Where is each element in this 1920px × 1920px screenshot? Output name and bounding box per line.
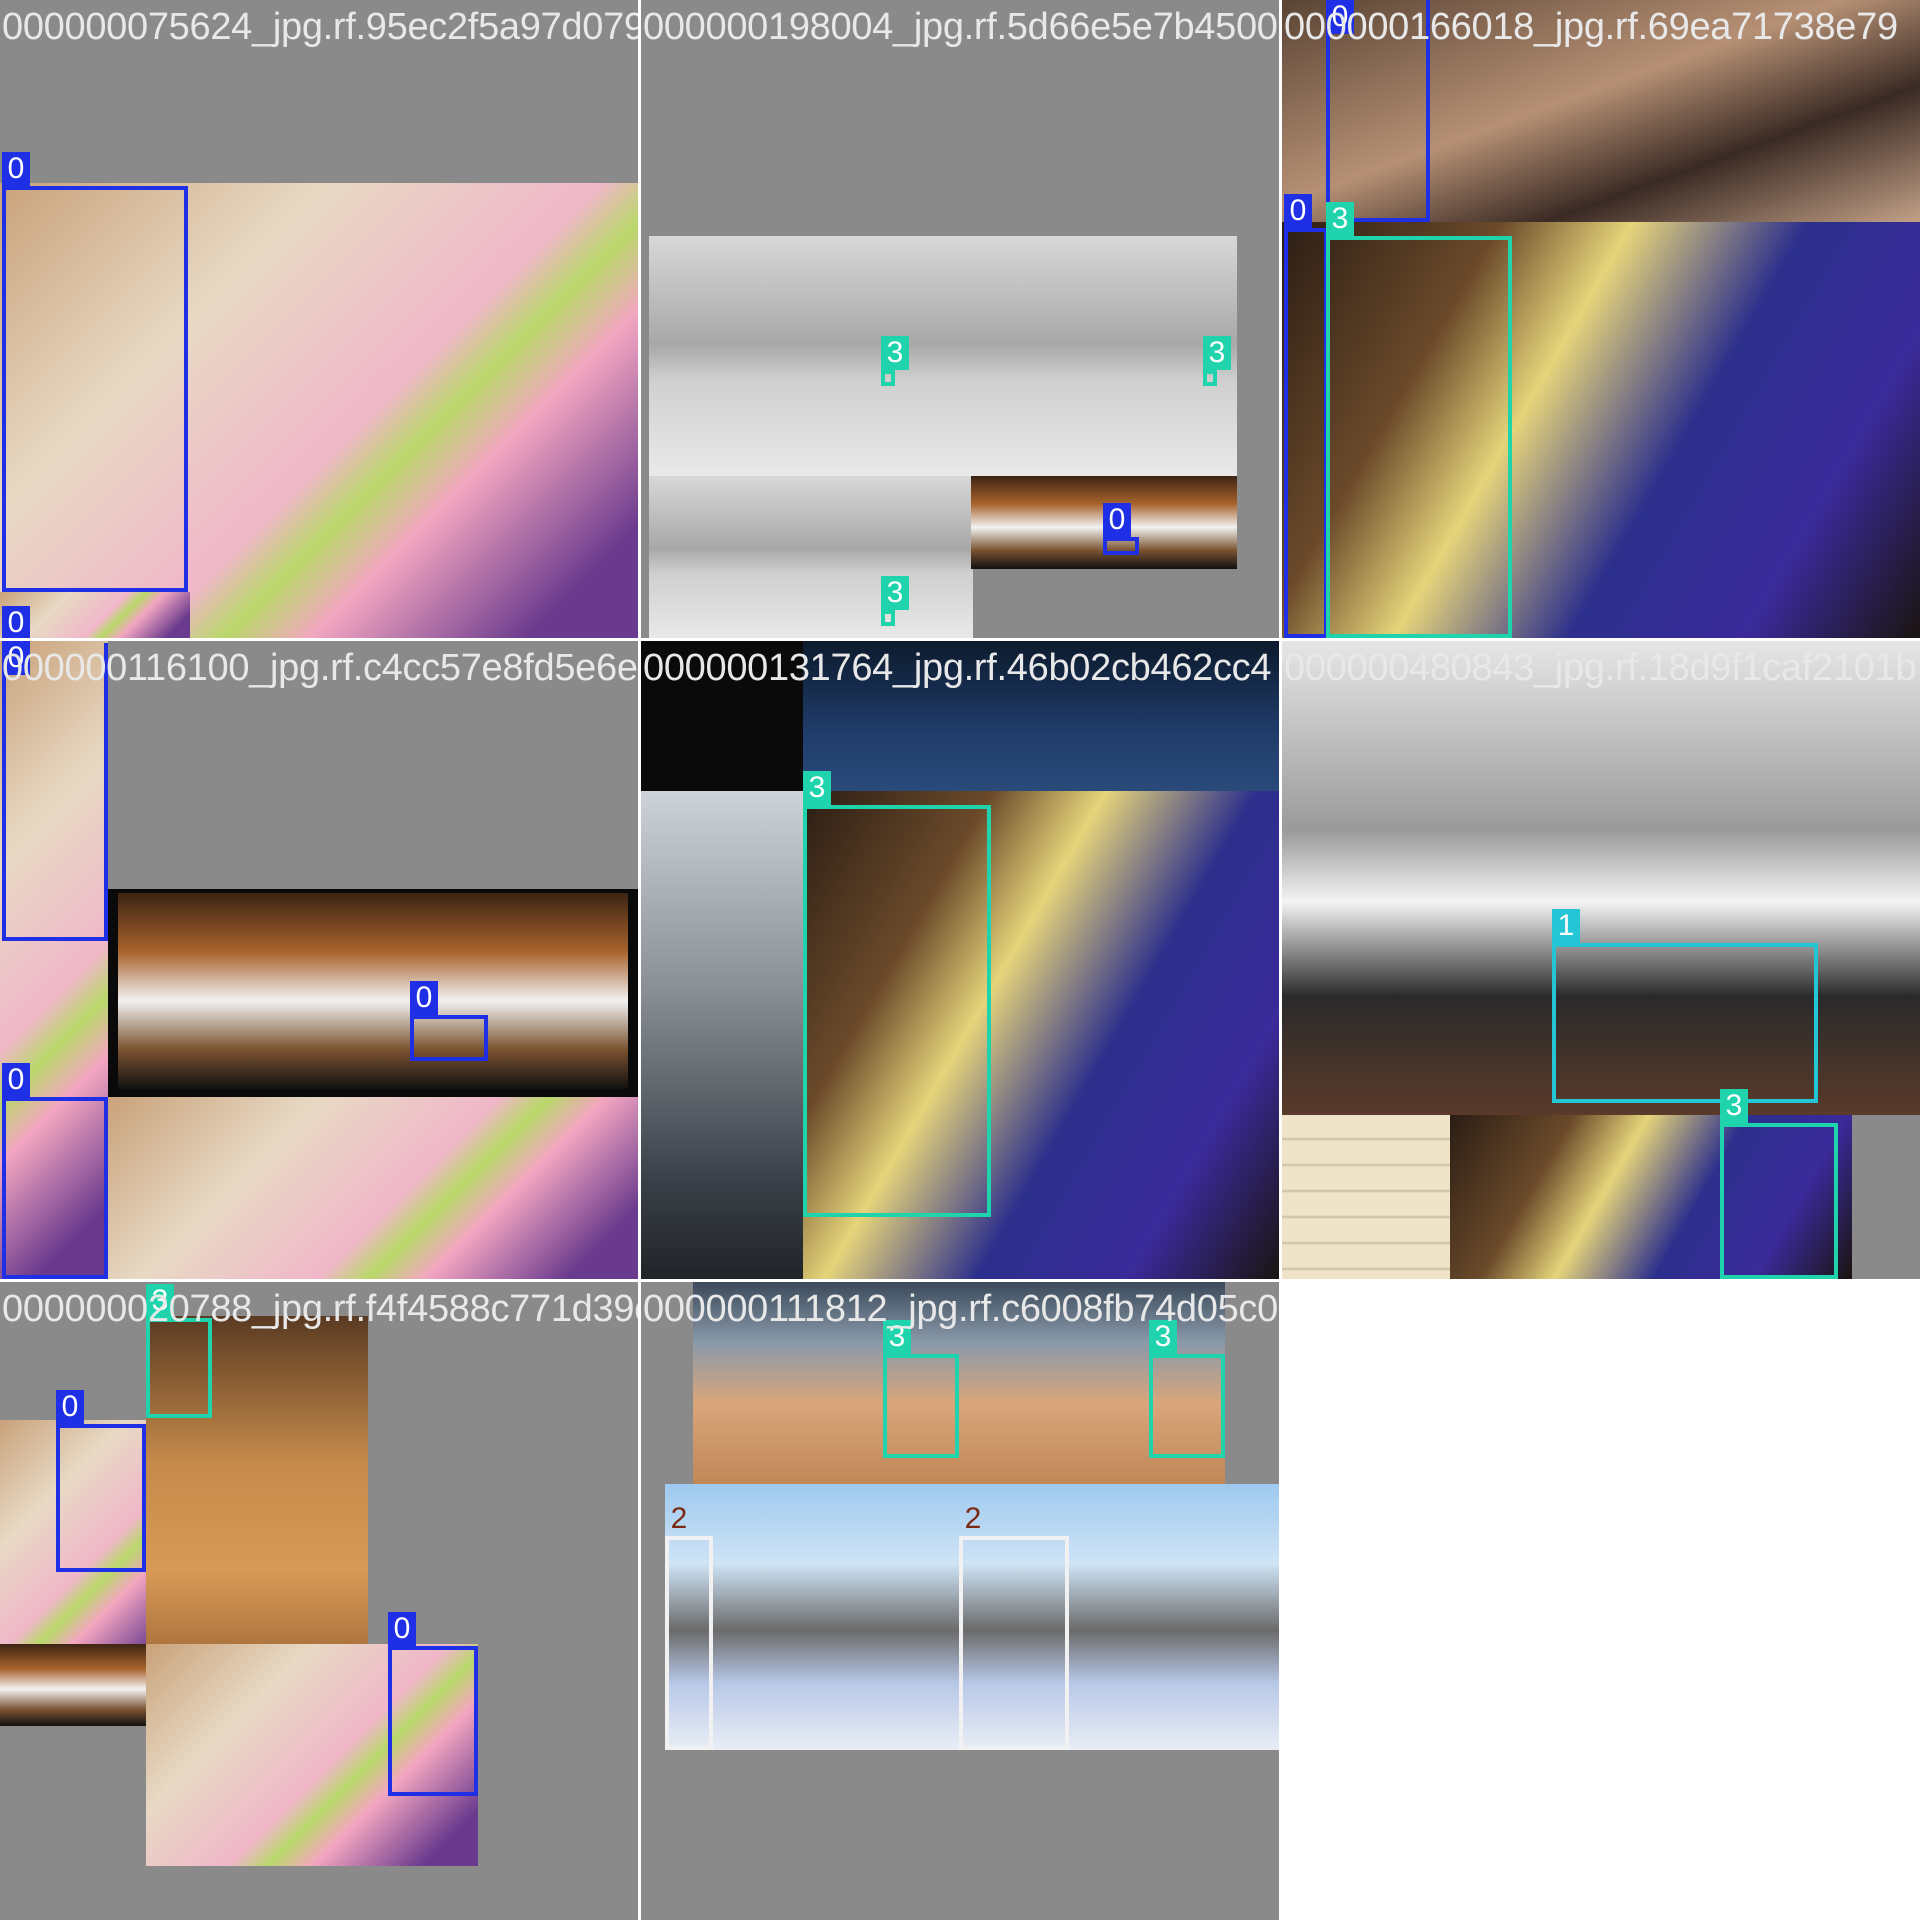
scene-photo xyxy=(1282,1115,1450,1279)
bbox-person: 2 xyxy=(665,1502,713,1750)
class-label: 3 xyxy=(881,576,909,610)
class-label: 3 xyxy=(1326,202,1354,236)
class-label: 0 xyxy=(410,981,438,1015)
bbox-potted-plant: 3 xyxy=(1720,1089,1838,1279)
image-filename: 000000480843_jpg.rf.18d9f1caf2101b xyxy=(1284,647,1917,689)
scene-photo xyxy=(0,1644,146,1726)
grid-divider xyxy=(638,0,640,1920)
class-label: 0 xyxy=(2,1063,30,1097)
class-label: 0 xyxy=(1284,194,1312,228)
image-filename: 000000075624_jpg.rf.95ec2f5a97d079aad xyxy=(2,6,638,48)
bbox-potted-plant: 3 xyxy=(1149,1320,1225,1458)
image-filename: 000000166018_jpg.rf.69ea71738e79 xyxy=(1284,6,1898,48)
bbox-chair: 0 xyxy=(410,981,488,1061)
grid-divider xyxy=(1279,0,1281,1920)
bbox-potted-plant: 3 xyxy=(1326,202,1512,638)
image-filename: 000000116100_jpg.rf.c4cc57e8fd5e6e7f6b9 xyxy=(2,647,638,689)
bbox-chair: 0 xyxy=(2,1063,108,1279)
mosaic-tile-2: 3 3 3 0 000000198004_jpg.rf.5d66e5e7b450… xyxy=(641,0,1279,638)
bbox-chair: 0 xyxy=(2,152,188,592)
class-label: 3 xyxy=(1720,1089,1748,1123)
class-label: 1 xyxy=(1552,909,1580,943)
mosaic-tile-8: 3 3 2 2 000000111812_jpg.rf.c6008fb74d05… xyxy=(641,1282,1279,1920)
empty-grid-cell xyxy=(1280,1280,1920,1920)
class-label: 3 xyxy=(1203,336,1231,370)
class-label: 2 xyxy=(964,1502,982,1535)
grid-divider xyxy=(0,1279,1280,1281)
bbox-person: 2 xyxy=(959,1502,1069,1750)
scene-photo xyxy=(641,791,803,1279)
bbox-potted-plant: 3 xyxy=(881,336,909,386)
bbox-chair: 0 xyxy=(388,1612,478,1796)
mosaic-tile-3: 0 0 3 000000166018_jpg.rf.69ea71738e79 xyxy=(1282,0,1920,638)
class-label: 0 xyxy=(2,606,30,638)
class-label: 0 xyxy=(388,1612,416,1646)
class-label: 0 xyxy=(2,152,30,186)
bbox-chair: 0 xyxy=(1284,194,1328,638)
grid-divider xyxy=(0,638,1920,640)
scene-photo xyxy=(649,236,973,476)
bbox-chair: 0 xyxy=(56,1390,146,1572)
scene-photo xyxy=(108,1097,638,1279)
bbox-chair: 0 xyxy=(1103,503,1139,555)
image-filename: 000000131764_jpg.rf.46b02cb462cc4 xyxy=(643,647,1272,689)
class-label: 0 xyxy=(1103,503,1131,537)
mosaic-tile-5: 3 000000131764_jpg.rf.46b02cb462cc4 xyxy=(641,641,1279,1279)
mosaic-tile-6: 1 3 000000480843_jpg.rf.18d9f1caf2101b xyxy=(1282,641,1920,1279)
scene-photo xyxy=(971,236,1237,476)
image-filename: 000000111812_jpg.rf.c6008fb74d05c0024373 xyxy=(643,1288,1279,1330)
class-label: 0 xyxy=(56,1390,84,1424)
bbox-potted-plant: 3 xyxy=(803,771,991,1217)
mosaic-tile-1: 0 0 000000075624_jpg.rf.95ec2f5a97d079aa… xyxy=(0,0,638,638)
image-filename: 000000020788_jpg.rf.f4f4588c771d39c xyxy=(2,1288,638,1330)
mosaic-tile-7: 3 0 0 000000020788_jpg.rf.f4f4588c771d39… xyxy=(0,1282,638,1920)
scene-photo xyxy=(118,893,628,1089)
scene-photo xyxy=(649,476,973,638)
bbox-potted-plant: 3 xyxy=(1203,336,1231,386)
mosaic-tile-4: 0 0 0 000000116100_jpg.rf.c4cc57e8fd5e6e… xyxy=(0,641,638,1279)
class-label: 2 xyxy=(670,1502,688,1535)
bbox-potted-plant: 3 xyxy=(881,576,909,626)
bbox-potted-plant: 3 xyxy=(146,1284,212,1418)
bbox-couch: 1 xyxy=(1552,909,1818,1103)
image-filename: 000000198004_jpg.rf.5d66e5e7b4500 xyxy=(643,6,1278,48)
class-label: 3 xyxy=(803,771,831,805)
bbox-potted-plant: 3 xyxy=(883,1320,959,1458)
class-label: 3 xyxy=(881,336,909,370)
